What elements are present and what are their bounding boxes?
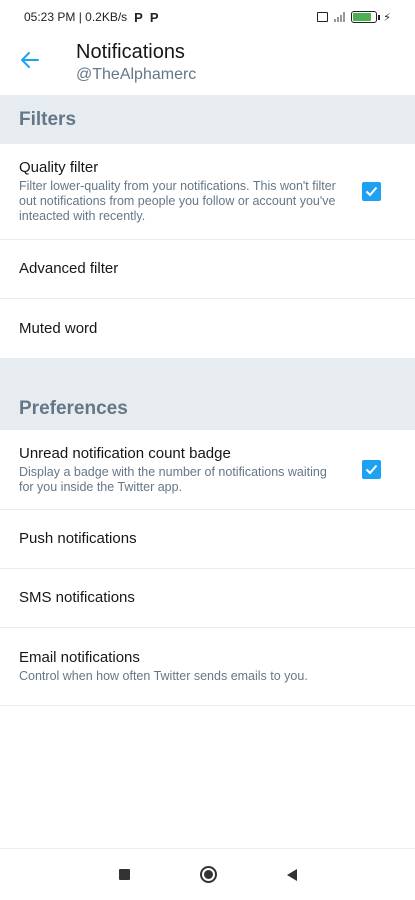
arrow-left-icon: [21, 52, 39, 68]
status-time: 05:23 PM | 0.2KB/s: [24, 10, 128, 24]
checkmark-icon: [365, 464, 378, 475]
section-header-filters: Filters: [0, 96, 415, 144]
charging-icon: ⚡: [383, 11, 391, 24]
page-subtitle: @TheAlphamerc: [76, 66, 197, 83]
sim-icon: [317, 12, 329, 22]
quality-filter-row[interactable]: Quality filter Filter lower-quality from…: [0, 144, 415, 240]
system-nav-bar: [0, 848, 415, 900]
p-icon: P: [134, 9, 143, 25]
recents-button[interactable]: [118, 869, 130, 880]
header: Notifications @TheAlphamerc: [0, 34, 415, 96]
status-bar: 05:23 PM | 0.2KB/s P P ⚡: [0, 0, 415, 34]
advanced-filter-label: Advanced filter: [19, 260, 119, 277]
section-header-preferences: Preferences: [0, 358, 415, 430]
email-notifications-description: Control when how often Twitter sends ema…: [19, 669, 308, 683]
push-notifications-row[interactable]: Push notifications: [0, 510, 415, 569]
advanced-filter-row[interactable]: Advanced filter: [0, 240, 415, 299]
unread-badge-checkbox[interactable]: [362, 460, 381, 479]
home-button[interactable]: [199, 866, 217, 883]
battery-icon: [351, 11, 381, 23]
signal-icon: [334, 12, 346, 22]
muted-word-row[interactable]: Muted word: [0, 299, 415, 358]
sms-notifications-label: SMS notifications: [19, 589, 135, 606]
muted-word-label: Muted word: [19, 319, 98, 337]
page-title: Notifications: [76, 41, 185, 63]
p-icon: P: [149, 9, 159, 25]
system-back-button[interactable]: [286, 868, 297, 881]
unread-badge-row[interactable]: Unread notification count badge Display …: [0, 430, 415, 510]
sms-notifications-row[interactable]: SMS notifications: [0, 569, 415, 628]
unread-badge-label: Unread notification count badge: [19, 444, 231, 462]
email-notifications-row[interactable]: Email notifications Control when how oft…: [0, 628, 415, 706]
checkmark-icon: [365, 186, 378, 197]
unread-badge-description: Display a badge with the number of notif…: [19, 464, 327, 494]
quality-filter-checkbox[interactable]: [362, 182, 381, 201]
back-button[interactable]: [0, 40, 60, 80]
quality-filter-label: Quality filter: [19, 159, 99, 176]
email-notifications-label: Email notifications: [19, 649, 140, 666]
quality-filter-description: Filter lower-quality from your notificat…: [19, 179, 336, 223]
push-notifications-label: Push notifications: [19, 530, 137, 547]
